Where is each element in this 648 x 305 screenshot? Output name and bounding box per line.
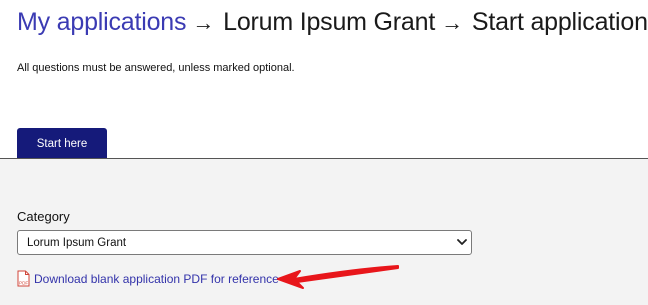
pdf-download-row: PDF Download blank application PDF for r… bbox=[17, 270, 279, 287]
breadcrumb-my-applications-link[interactable]: My applications bbox=[17, 8, 187, 37]
download-pdf-link[interactable]: Download blank application PDF for refer… bbox=[34, 272, 279, 286]
tab-start-here[interactable]: Start here bbox=[17, 128, 107, 159]
breadcrumb: My applications → Lorum Ipsum Grant → St… bbox=[17, 8, 648, 37]
chevron-down-icon bbox=[453, 230, 471, 255]
breadcrumb-separator: → bbox=[192, 9, 215, 35]
category-select-value: Lorum Ipsum Grant bbox=[27, 236, 127, 249]
category-select[interactable]: Lorum Ipsum Grant bbox=[17, 230, 472, 255]
page-title: Start application bbox=[471, 8, 648, 36]
instructions-text: All questions must be answered, unless m… bbox=[17, 62, 295, 74]
breadcrumb-grant-name: Lorum Ipsum Grant bbox=[223, 8, 436, 36]
breadcrumb-separator: → bbox=[441, 9, 463, 35]
svg-text:PDF: PDF bbox=[19, 280, 28, 285]
category-label: Category bbox=[17, 209, 70, 224]
annotation-arrow bbox=[277, 265, 399, 289]
pdf-file-icon: PDF bbox=[17, 270, 30, 287]
